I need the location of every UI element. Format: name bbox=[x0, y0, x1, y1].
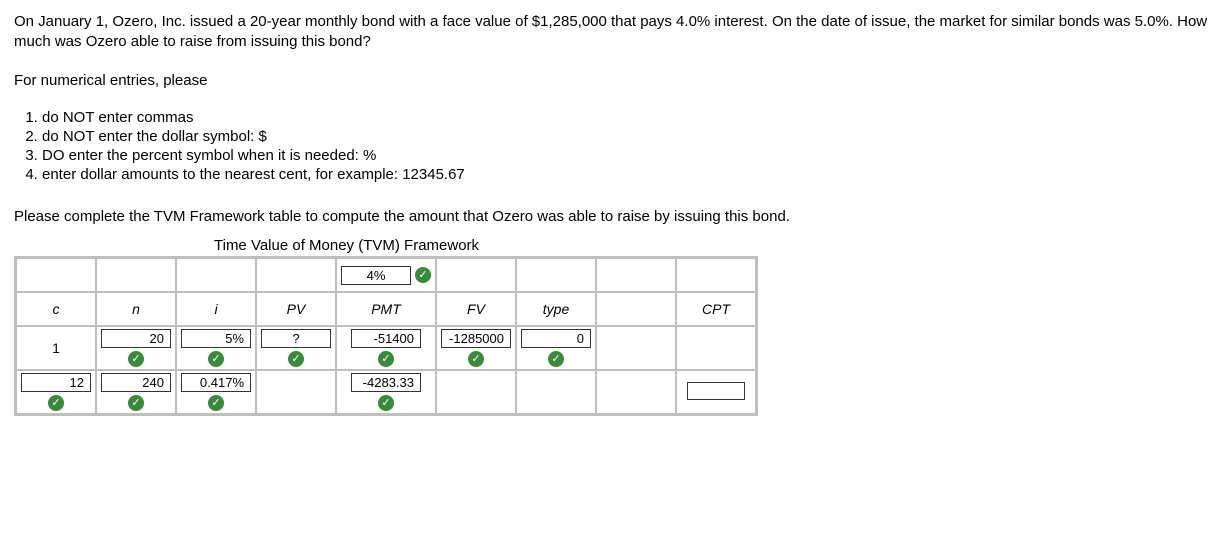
check-icon: ✓ bbox=[548, 351, 564, 367]
instructions-list: do NOT enter commas do NOT enter the dol… bbox=[42, 109, 1208, 183]
check-icon: ✓ bbox=[468, 351, 484, 367]
pmt-value-1[interactable]: -51400 bbox=[351, 329, 421, 348]
problem-statement: On January 1, Ozero, Inc. issued a 20-ye… bbox=[14, 12, 1208, 53]
rule-3: DO enter the percent symbol when it is n… bbox=[42, 147, 1208, 164]
check-icon: ✓ bbox=[288, 351, 304, 367]
tvm-row-monthly: 12 ✓ 240 ✓ 0.417% ✓ -4283.33 ✓ bbox=[16, 370, 756, 414]
i-value-1[interactable]: 5% bbox=[181, 329, 251, 348]
rule-4: enter dollar amounts to the nearest cent… bbox=[42, 166, 1208, 183]
n-value-2[interactable]: 240 bbox=[101, 373, 171, 392]
tvm-table: 4% ✓ c n i PV PMT FV type CPT 1 20 ✓ 5% … bbox=[14, 256, 758, 416]
pmt-value-2[interactable]: -4283.33 bbox=[351, 373, 421, 392]
task-prompt: Please complete the TVM Framework table … bbox=[14, 207, 1208, 227]
type-value-1[interactable]: 0 bbox=[521, 329, 591, 348]
cpt-input[interactable] bbox=[687, 382, 745, 400]
instructions-lead: For numerical entries, please bbox=[14, 71, 1208, 91]
header-type: type bbox=[516, 292, 596, 326]
header-pmt: PMT bbox=[336, 292, 436, 326]
check-icon: ✓ bbox=[208, 351, 224, 367]
header-pv: PV bbox=[256, 292, 336, 326]
rule-2: do NOT enter the dollar symbol: $ bbox=[42, 128, 1208, 145]
check-icon: ✓ bbox=[378, 395, 394, 411]
pv-value-1[interactable]: ? bbox=[261, 329, 331, 348]
check-icon: ✓ bbox=[128, 351, 144, 367]
c-value-1: 1 bbox=[52, 340, 60, 356]
tvm-row-annual: 1 20 ✓ 5% ✓ ? ✓ -51400 ✓ -1285000 ✓ 0 ✓ bbox=[16, 326, 756, 370]
header-fv: FV bbox=[436, 292, 516, 326]
n-value-1[interactable]: 20 bbox=[101, 329, 171, 348]
coupon-rate-value[interactable]: 4% bbox=[341, 266, 411, 285]
check-icon: ✓ bbox=[208, 395, 224, 411]
header-c: c bbox=[16, 292, 96, 326]
check-icon: ✓ bbox=[378, 351, 394, 367]
header-n: n bbox=[96, 292, 176, 326]
i-value-2[interactable]: 0.417% bbox=[181, 373, 251, 392]
fv-value-1[interactable]: -1285000 bbox=[441, 329, 511, 348]
check-icon: ✓ bbox=[415, 267, 431, 283]
c-value-2[interactable]: 12 bbox=[21, 373, 91, 392]
rule-1: do NOT enter commas bbox=[42, 109, 1208, 126]
check-icon: ✓ bbox=[48, 395, 64, 411]
check-icon: ✓ bbox=[128, 395, 144, 411]
header-i: i bbox=[176, 292, 256, 326]
tvm-title: Time Value of Money (TVM) Framework bbox=[214, 237, 1208, 254]
header-cpt: CPT bbox=[676, 292, 756, 326]
